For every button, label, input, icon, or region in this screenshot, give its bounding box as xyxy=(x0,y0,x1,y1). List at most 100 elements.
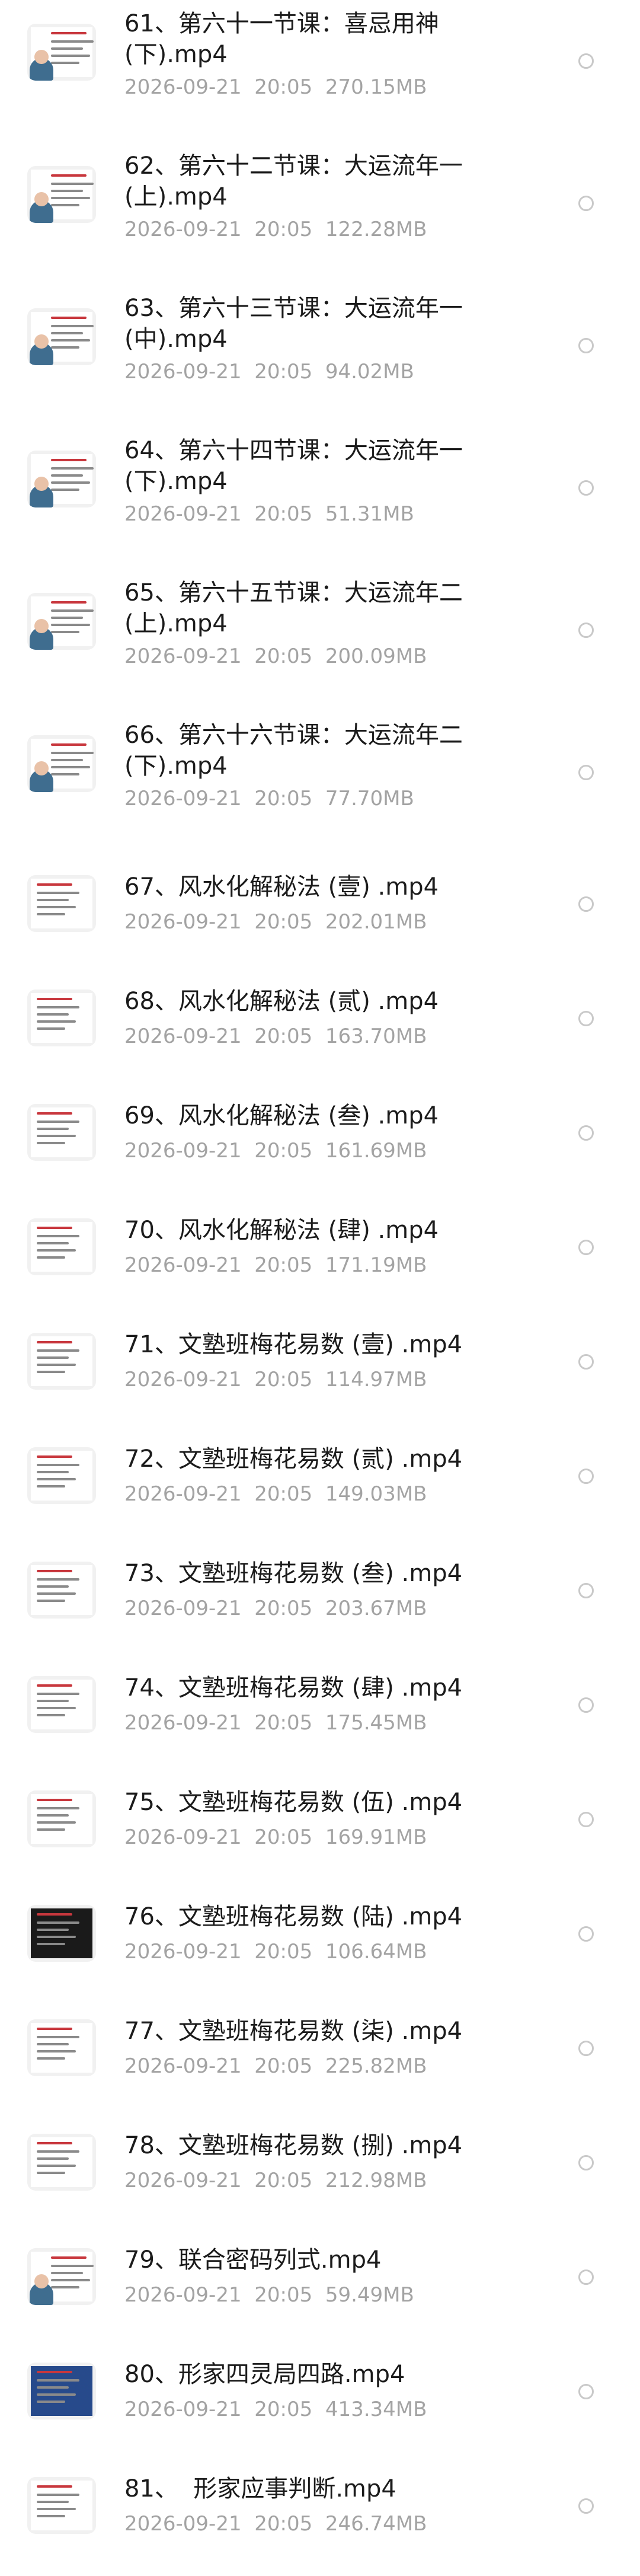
file-size: 122.28MB xyxy=(325,218,427,241)
file-name: 79、联合密码列式.mp4 xyxy=(124,2246,382,2274)
file-meta: 2026-09-21 20:05 161.69MB xyxy=(124,1138,427,1163)
file-name: 76、文塾班梅花易数 (陆) .mp4 xyxy=(124,1903,463,1930)
file-row[interactable]: 77、文塾班梅花易数 (柒) .mp4 2026-09-21 20:05 225.… xyxy=(0,2004,640,2118)
file-meta: 2026-09-21 20:05 200.09MB xyxy=(124,644,427,669)
select-radio[interactable] xyxy=(578,1812,594,1827)
file-row[interactable]: 75、文塾班梅花易数 (伍) .mp4 2026-09-21 20:05 169.… xyxy=(0,1775,640,1889)
file-time: 20:05 xyxy=(254,502,313,526)
file-row[interactable]: 61、第六十一节课：喜忌用神 (下).mp4 2026-09-21 20:05 2… xyxy=(0,6,640,148)
select-radio[interactable] xyxy=(578,2498,594,2514)
file-list: 61、第六十一节课：喜忌用神 (下).mp4 2026-09-21 20:05 2… xyxy=(0,0,640,2552)
file-time: 20:05 xyxy=(254,1597,313,1620)
file-row[interactable]: 72、文塾班梅花易数 (贰) .mp4 2026-09-21 20:05 149.… xyxy=(0,1432,640,1546)
file-time: 20:05 xyxy=(254,2054,313,2078)
select-radio[interactable] xyxy=(578,2041,594,2056)
file-row[interactable]: 81、 形家应事判断.mp4 2026-09-21 20:05 246.74MB xyxy=(0,2462,640,2576)
video-thumbnail xyxy=(27,1905,96,1962)
select-radio[interactable] xyxy=(578,896,594,912)
file-row[interactable]: 64、第六十四节课：大运流年一 (下).mp4 2026-09-21 20:05 … xyxy=(0,433,640,575)
file-meta: 2026-09-21 20:05 225.82MB xyxy=(124,2054,427,2079)
select-radio[interactable] xyxy=(578,53,594,69)
select-radio[interactable] xyxy=(578,1125,594,1141)
file-name: 78、文塾班梅花易数 (捌) .mp4 xyxy=(124,2132,463,2159)
file-size: 212.98MB xyxy=(325,2169,427,2192)
file-row[interactable]: 76、文塾班梅花易数 (陆) .mp4 2026-09-21 20:05 106.… xyxy=(0,1889,640,2004)
video-thumbnail xyxy=(27,1447,96,1504)
file-name: 75、文塾班梅花易数 (伍) .mp4 xyxy=(124,1789,463,1816)
file-name: 70、风水化解秘法 (肆) .mp4 xyxy=(124,1217,439,1244)
file-meta: 2026-09-21 20:05 59.49MB xyxy=(124,2283,414,2307)
file-row[interactable]: 66、第六十六节课：大运流年二 (下).mp4 2026-09-21 20:05 … xyxy=(0,717,640,860)
select-radio[interactable] xyxy=(578,196,594,211)
select-radio[interactable] xyxy=(578,2155,594,2170)
video-thumbnail xyxy=(27,1104,96,1161)
file-size: 106.64MB xyxy=(325,1940,427,1964)
file-size: 203.67MB xyxy=(325,1597,427,1620)
file-row[interactable]: 67、风水化解秘法 (壹) .mp4 2026-09-21 20:05 202.0… xyxy=(0,860,640,974)
file-name: 77、文塾班梅花易数 (柒) .mp4 xyxy=(124,2018,463,2045)
file-size: 270.15MB xyxy=(325,75,427,99)
select-radio[interactable] xyxy=(578,1697,594,1713)
file-row[interactable]: 80、形家四灵局四路.mp4 2026-09-21 20:05 413.34MB xyxy=(0,2347,640,2462)
file-meta: 2026-09-21 20:05 175.45MB xyxy=(124,1710,427,1735)
file-meta: 2026-09-21 20:05 169.91MB xyxy=(124,1825,427,1850)
file-row[interactable]: 62、第六十二节课：大运流年一 (上).mp4 2026-09-21 20:05 … xyxy=(0,148,640,291)
file-row[interactable]: 79、联合密码列式.mp4 2026-09-21 20:05 59.49MB xyxy=(0,2233,640,2347)
video-thumbnail xyxy=(27,1790,96,1847)
video-thumbnail xyxy=(27,875,96,932)
file-date: 2026-09-21 xyxy=(124,2512,242,2536)
video-thumbnail xyxy=(27,2363,96,2419)
file-meta: 2026-09-21 20:05 202.01MB xyxy=(124,909,427,934)
file-row[interactable]: 73、文塾班梅花易数 (叁) .mp4 2026-09-21 20:05 203.… xyxy=(0,1546,640,1661)
select-radio[interactable] xyxy=(578,1011,594,1026)
file-date: 2026-09-21 xyxy=(124,218,242,241)
file-row[interactable]: 68、风水化解秘法 (贰) .mp4 2026-09-21 20:05 163.7… xyxy=(0,974,640,1089)
file-time: 20:05 xyxy=(254,910,313,934)
select-radio[interactable] xyxy=(578,2269,594,2285)
select-radio[interactable] xyxy=(578,1354,594,1370)
file-row[interactable]: 78、文塾班梅花易数 (捌) .mp4 2026-09-21 20:05 212.… xyxy=(0,2118,640,2233)
video-thumbnail xyxy=(27,2134,96,2191)
file-time: 20:05 xyxy=(254,1940,313,1964)
file-time: 20:05 xyxy=(254,360,313,384)
video-thumbnail xyxy=(27,2477,96,2534)
video-thumbnail xyxy=(27,451,96,507)
select-radio[interactable] xyxy=(578,480,594,496)
file-row[interactable]: 63、第六十三节课：大运流年一 (中).mp4 2026-09-21 20:05 … xyxy=(0,291,640,433)
file-row[interactable]: 71、文塾班梅花易数 (壹) .mp4 2026-09-21 20:05 114.… xyxy=(0,1317,640,1432)
file-size: 171.19MB xyxy=(325,1253,427,1277)
select-radio[interactable] xyxy=(578,1926,594,1942)
file-date: 2026-09-21 xyxy=(124,1024,242,1048)
select-radio[interactable] xyxy=(578,765,594,780)
file-time: 20:05 xyxy=(254,1139,313,1163)
file-date: 2026-09-21 xyxy=(124,1368,242,1391)
select-radio[interactable] xyxy=(578,1583,594,1598)
file-meta: 2026-09-21 20:05 149.03MB xyxy=(124,1482,427,1506)
file-time: 20:05 xyxy=(254,2398,313,2421)
file-row[interactable]: 70、风水化解秘法 (肆) .mp4 2026-09-21 20:05 171.1… xyxy=(0,1203,640,1317)
file-time: 20:05 xyxy=(254,1024,313,1048)
select-radio[interactable] xyxy=(578,623,594,638)
file-meta: 2026-09-21 20:05 270.15MB xyxy=(124,75,427,100)
file-time: 20:05 xyxy=(254,787,313,810)
file-size: 169.91MB xyxy=(325,1825,427,1849)
select-radio[interactable] xyxy=(578,338,594,353)
file-name: 64、第六十四节课：大运流年一 (下).mp4 xyxy=(124,437,463,495)
file-meta: 2026-09-21 20:05 171.19MB xyxy=(124,1253,427,1278)
file-size: 161.69MB xyxy=(325,1139,427,1163)
video-thumbnail xyxy=(27,1218,96,1275)
file-name: 67、风水化解秘法 (壹) .mp4 xyxy=(124,873,439,901)
video-thumbnail xyxy=(27,308,96,365)
file-name: 72、文塾班梅花易数 (贰) .mp4 xyxy=(124,1445,463,1473)
file-date: 2026-09-21 xyxy=(124,910,242,934)
file-name: 65、第六十五节课：大运流年二 (上).mp4 xyxy=(124,579,463,637)
file-row[interactable]: 69、风水化解秘法 (叁) .mp4 2026-09-21 20:05 161.6… xyxy=(0,1089,640,1203)
file-date: 2026-09-21 xyxy=(124,1139,242,1163)
file-time: 20:05 xyxy=(254,1825,313,1849)
file-row[interactable]: 65、第六十五节课：大运流年二 (上).mp4 2026-09-21 20:05 … xyxy=(0,575,640,717)
select-radio[interactable] xyxy=(578,1469,594,1484)
select-radio[interactable] xyxy=(578,1240,594,1255)
file-size: 59.49MB xyxy=(325,2283,414,2307)
select-radio[interactable] xyxy=(578,2384,594,2399)
file-row[interactable]: 74、文塾班梅花易数 (肆) .mp4 2026-09-21 20:05 175.… xyxy=(0,1661,640,1775)
